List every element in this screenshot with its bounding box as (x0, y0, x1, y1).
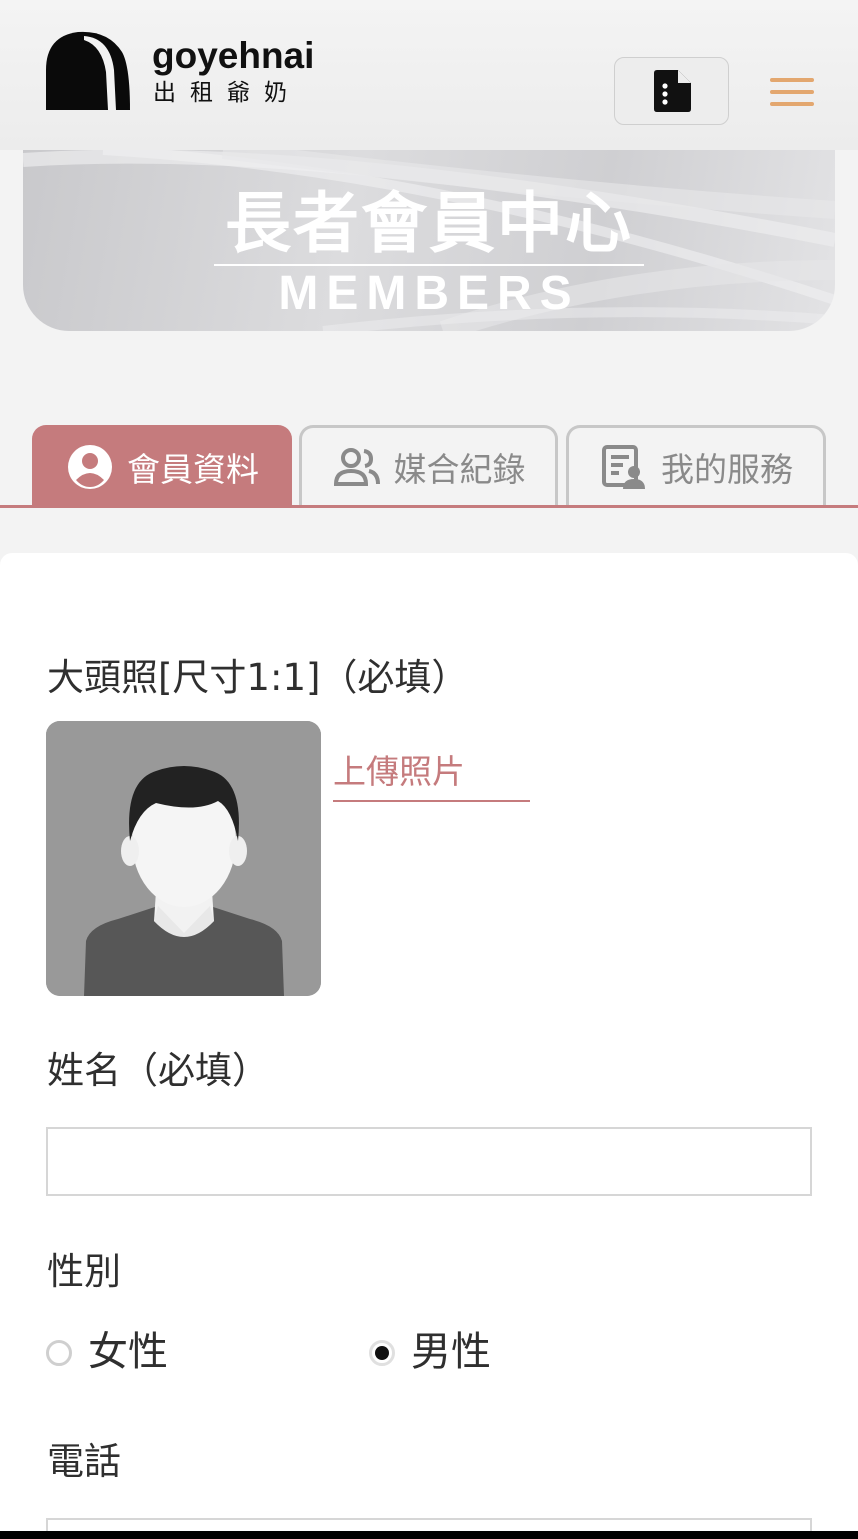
profile-form-card (0, 553, 858, 1539)
hero-banner: 長者會員中心 MEMBERS (23, 150, 835, 331)
tab-label: 我的服務 (661, 450, 793, 489)
hamburger-bar (770, 90, 814, 94)
service-list-icon (599, 444, 649, 490)
file-icon (653, 70, 691, 112)
tab-label: 媒合紀錄 (393, 450, 526, 489)
brand-name: goyehnai (152, 35, 315, 76)
avatar[interactable] (46, 721, 321, 996)
gender-male-label[interactable]: 男性 (411, 1328, 491, 1376)
tab-member-profile[interactable]: 會員資料 (32, 425, 292, 506)
banner-title: 長者會員中心 (225, 185, 633, 262)
bottom-system-bar (0, 1531, 858, 1539)
gender-label: 性別 (47, 1250, 121, 1293)
hamburger-menu-button[interactable] (770, 78, 816, 118)
gender-male-radio[interactable] (369, 1340, 395, 1366)
banner-subtitle: MEMBERS (278, 267, 580, 320)
tab-my-services[interactable]: 我的服務 (566, 425, 826, 506)
tab-matching-records[interactable]: 媒合紀錄 (299, 425, 558, 506)
logo-icon[interactable] (44, 30, 130, 112)
site-header: goyehnai 出租爺奶 (0, 0, 858, 150)
user-circle-icon (65, 444, 115, 490)
tabs-underline (0, 505, 858, 508)
photo-label: 大頭照[尺寸1:1]（必填） (47, 656, 469, 699)
avatar-placeholder-icon (46, 721, 321, 996)
upload-photo-link[interactable]: 上傳照片 (333, 752, 530, 802)
name-label: 姓名（必填） (47, 1049, 269, 1092)
tab-label: 會員資料 (127, 450, 259, 489)
name-input[interactable] (46, 1127, 812, 1196)
document-button[interactable] (614, 57, 729, 125)
hamburger-icon (770, 78, 814, 82)
phone-label: 電話 (47, 1440, 121, 1483)
users-icon (332, 444, 382, 490)
brand-subtitle: 出租爺奶 (153, 80, 301, 106)
hamburger-bar (770, 102, 814, 106)
gender-female-radio[interactable] (46, 1340, 72, 1366)
gender-female-label[interactable]: 女性 (88, 1328, 168, 1376)
